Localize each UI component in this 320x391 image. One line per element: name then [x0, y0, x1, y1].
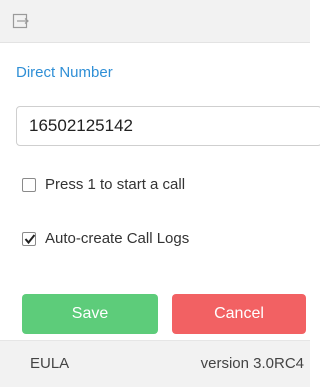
direct-number-label: Direct Number — [16, 64, 113, 81]
checkmark-icon — [24, 233, 36, 244]
press-1-option[interactable]: Press 1 to start a call — [22, 176, 185, 193]
top-bar — [0, 0, 310, 43]
save-button[interactable]: Save — [22, 294, 158, 334]
auto-create-call-logs-option[interactable]: Auto-create Call Logs — [22, 230, 189, 247]
logout-icon[interactable] — [12, 12, 30, 30]
version-text: version 3.0RC4 — [200, 355, 304, 372]
direct-number-input[interactable] — [16, 106, 320, 146]
footer: EULA version 3.0RC4 — [0, 340, 310, 387]
cancel-button[interactable]: Cancel — [172, 294, 306, 334]
eula-link[interactable]: EULA — [30, 355, 69, 372]
press-1-label: Press 1 to start a call — [45, 176, 186, 193]
auto-create-call-logs-label: Auto-create Call Logs — [45, 230, 190, 247]
auto-create-call-logs-checkbox[interactable] — [22, 231, 36, 246]
press-1-checkbox[interactable] — [22, 177, 36, 192]
